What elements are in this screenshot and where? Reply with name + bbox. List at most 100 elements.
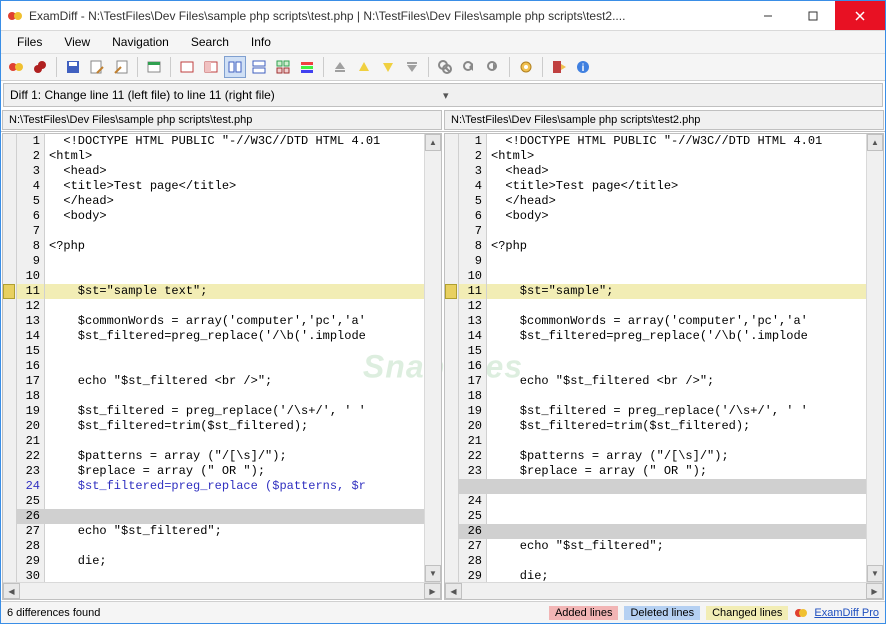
code-line[interactable]: $patterns = array ("/[\s]/"); xyxy=(487,449,866,464)
edit-right-icon[interactable] xyxy=(110,56,132,78)
search-next-icon[interactable] xyxy=(482,56,504,78)
left-vscroll[interactable]: ▲ ▼ xyxy=(424,134,441,582)
pro-link[interactable]: ExamDiff Pro xyxy=(814,607,879,619)
view-stacked-icon[interactable] xyxy=(248,56,270,78)
maximize-button[interactable] xyxy=(790,1,835,30)
code-line[interactable]: <body> xyxy=(487,209,866,224)
code-line[interactable] xyxy=(487,554,866,569)
code-line[interactable] xyxy=(487,344,866,359)
code-line[interactable]: $st_filtered=trim($st_filtered); xyxy=(487,419,866,434)
view-grid-icon[interactable] xyxy=(272,56,294,78)
view-single-icon[interactable] xyxy=(176,56,198,78)
code-line[interactable] xyxy=(45,269,424,284)
close-button[interactable] xyxy=(835,1,885,30)
minimize-button[interactable] xyxy=(745,1,790,30)
code-line[interactable]: <html> xyxy=(45,149,424,164)
code-line[interactable] xyxy=(45,539,424,554)
code-line[interactable]: <body> xyxy=(45,209,424,224)
code-line[interactable]: <head> xyxy=(487,164,866,179)
right-vscroll[interactable]: ▲ ▼ xyxy=(866,134,883,582)
code-line[interactable] xyxy=(45,299,424,314)
code-line[interactable]: $st_filtered=preg_replace('/\b('.implode xyxy=(487,329,866,344)
code-line[interactable]: $replace = array (" OR "); xyxy=(45,464,424,479)
code-line[interactable] xyxy=(487,269,866,284)
code-line[interactable] xyxy=(487,254,866,269)
last-diff-icon[interactable] xyxy=(401,56,423,78)
code-line[interactable] xyxy=(45,254,424,269)
menu-navigation[interactable]: Navigation xyxy=(102,33,179,51)
code-line[interactable]: $st_filtered=preg_replace ($patterns, $r xyxy=(45,479,424,494)
code-line[interactable]: $replace = array (" OR "); xyxy=(487,464,866,479)
prev-diff-icon[interactable] xyxy=(353,56,375,78)
code-line[interactable]: <!DOCTYPE HTML PUBLIC "-//W3C//DTD HTML … xyxy=(45,134,424,149)
code-line[interactable] xyxy=(487,389,866,404)
menu-view[interactable]: View xyxy=(54,33,100,51)
options-icon[interactable] xyxy=(143,56,165,78)
search-icon[interactable] xyxy=(434,56,456,78)
search-prev-icon[interactable] xyxy=(458,56,480,78)
scroll-left-icon[interactable]: ◀ xyxy=(3,583,20,599)
settings-icon[interactable] xyxy=(515,56,537,78)
diff-marker-icon[interactable] xyxy=(445,284,457,299)
code-line[interactable]: $st_filtered=preg_replace('/\b('.implode xyxy=(45,329,424,344)
code-line[interactable] xyxy=(487,524,866,539)
code-line[interactable]: <title>Test page</title> xyxy=(45,179,424,194)
view-left-icon[interactable] xyxy=(200,56,222,78)
code-line[interactable] xyxy=(487,224,866,239)
compare-files-icon[interactable] xyxy=(5,56,27,78)
code-line[interactable] xyxy=(45,509,424,524)
scroll-right-icon[interactable]: ▶ xyxy=(866,583,883,599)
scroll-down-icon[interactable]: ▼ xyxy=(867,565,883,582)
scroll-up-icon[interactable]: ▲ xyxy=(425,134,441,151)
code-line[interactable]: echo "$st_filtered <br />"; xyxy=(487,374,866,389)
diff-selector[interactable]: Diff 1: Change line 11 (left file) to li… xyxy=(3,83,883,107)
code-line[interactable] xyxy=(45,569,424,582)
code-line[interactable]: </head> xyxy=(487,194,866,209)
next-diff-icon[interactable] xyxy=(377,56,399,78)
code-line[interactable] xyxy=(45,434,424,449)
scroll-up-icon[interactable]: ▲ xyxy=(867,134,883,151)
menu-search[interactable]: Search xyxy=(181,33,239,51)
code-line[interactable] xyxy=(487,299,866,314)
code-line[interactable]: </head> xyxy=(45,194,424,209)
code-line[interactable]: $commonWords = array('computer','pc','a' xyxy=(487,314,866,329)
view-colors-icon[interactable] xyxy=(296,56,318,78)
chevron-down-icon[interactable]: ▾ xyxy=(443,89,876,102)
save-icon[interactable] xyxy=(62,56,84,78)
view-split-icon[interactable] xyxy=(224,56,246,78)
info-icon[interactable]: i xyxy=(572,56,594,78)
code-line[interactable]: <head> xyxy=(45,164,424,179)
code-line[interactable]: <?php xyxy=(45,239,424,254)
code-line[interactable]: die; xyxy=(45,554,424,569)
code-line[interactable]: $commonWords = array('computer','pc','a' xyxy=(45,314,424,329)
scroll-left-icon[interactable]: ◀ xyxy=(445,583,462,599)
code-line[interactable]: echo "$st_filtered"; xyxy=(45,524,424,539)
code-line[interactable] xyxy=(45,344,424,359)
recompare-icon[interactable] xyxy=(29,56,51,78)
code-line[interactable] xyxy=(45,224,424,239)
code-line[interactable]: echo "$st_filtered"; xyxy=(487,539,866,554)
scroll-down-icon[interactable]: ▼ xyxy=(425,565,441,582)
code-line[interactable]: $st="sample"; xyxy=(487,284,866,299)
left-hscroll[interactable]: ◀ ▶ xyxy=(3,582,441,599)
scroll-right-icon[interactable]: ▶ xyxy=(424,583,441,599)
code-line[interactable]: die; xyxy=(487,569,866,582)
diff-marker-icon[interactable] xyxy=(3,284,15,299)
code-line[interactable]: $patterns = array ("/[\s]/"); xyxy=(45,449,424,464)
code-line[interactable]: <title>Test page</title> xyxy=(487,179,866,194)
code-line[interactable] xyxy=(487,359,866,374)
code-line[interactable] xyxy=(487,509,866,524)
code-line[interactable]: $st_filtered = preg_replace('/\s+/', ' ' xyxy=(487,404,866,419)
code-line[interactable]: <?php xyxy=(487,239,866,254)
right-code[interactable]: <!DOCTYPE HTML PUBLIC "-//W3C//DTD HTML … xyxy=(487,134,866,582)
left-code[interactable]: <!DOCTYPE HTML PUBLIC "-//W3C//DTD HTML … xyxy=(45,134,424,582)
menu-info[interactable]: Info xyxy=(241,33,281,51)
code-line[interactable]: $st_filtered = preg_replace('/\s+/', ' ' xyxy=(45,404,424,419)
edit-left-icon[interactable] xyxy=(86,56,108,78)
menu-files[interactable]: Files xyxy=(7,33,52,51)
code-line[interactable]: $st="sample text"; xyxy=(45,284,424,299)
code-line[interactable] xyxy=(45,359,424,374)
code-line[interactable] xyxy=(45,494,424,509)
pro-link-icon[interactable] xyxy=(794,606,808,620)
first-diff-icon[interactable] xyxy=(329,56,351,78)
